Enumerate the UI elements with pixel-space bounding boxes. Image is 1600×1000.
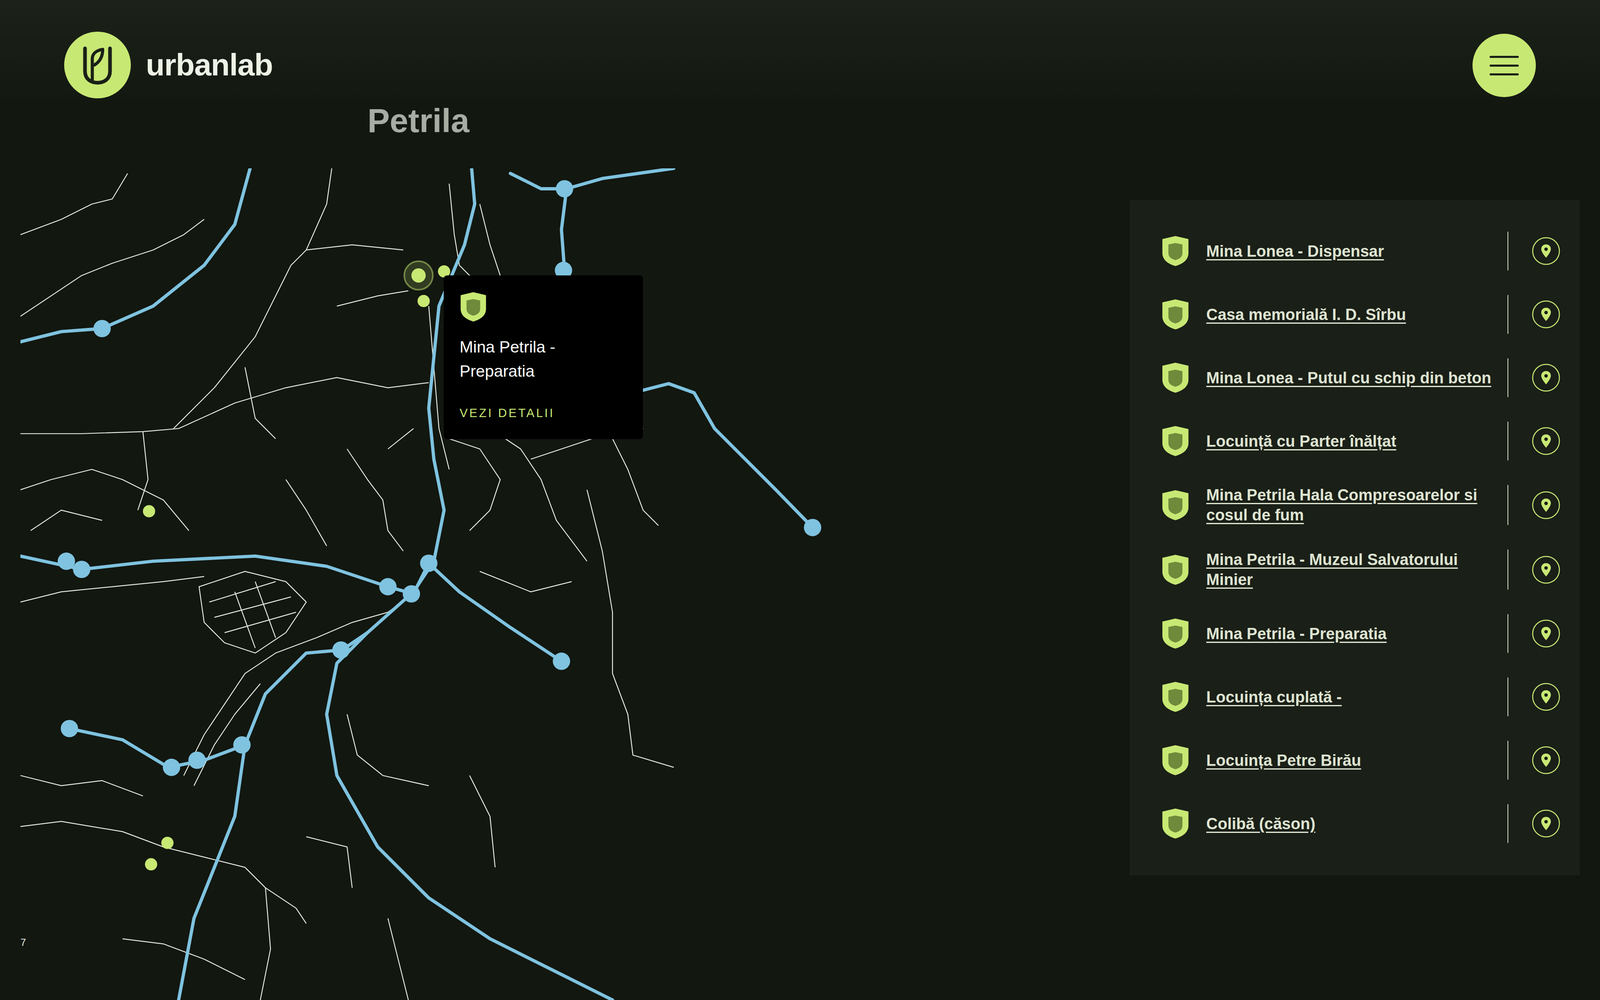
place-row[interactable]: Colibă (căson) [1161,804,1561,843]
row-divider [1507,421,1509,461]
shield-icon [1161,298,1190,331]
map-drawing [20,168,838,1000]
map-pin-icon[interactable] [1531,363,1561,393]
row-divider [1507,295,1509,334]
map-pin-icon[interactable] [1531,426,1561,456]
row-divider [1507,231,1509,271]
content: Petrila 7 Mina Petrila - Preparatia VEZI DE… [0,100,1600,1000]
map-attribution: 7 [20,935,26,950]
place-link[interactable]: Casa memorială I. D. Sîrbu [1206,304,1406,325]
map-pin-icon[interactable] [1531,300,1561,329]
place-row[interactable]: Mina Petrila - Muzeul Salvatorului Minie… [1161,549,1561,590]
menu-button[interactable] [1472,33,1536,98]
shield-icon [1161,807,1190,840]
map-pin[interactable] [417,295,430,308]
map-pin-icon[interactable] [1531,555,1561,585]
logo-text: urbanlab [145,49,273,81]
map-pin-icon[interactable] [1531,682,1561,712]
map-pin[interactable] [404,261,433,290]
row-divider [1507,485,1509,525]
map-pin[interactable] [142,505,155,518]
shield-icon [1161,680,1190,713]
shield-icon [1161,425,1190,458]
place-row[interactable]: Mina Petrila - Preparatia [1161,614,1561,653]
map-pin[interactable] [161,836,174,849]
row-divider [1507,804,1509,843]
map-pin[interactable] [145,858,158,871]
place-row[interactable]: Locuința Petre Birău [1161,740,1561,780]
map-pin-icon[interactable] [1531,809,1561,838]
place-link[interactable]: Locuință cu Parter înălțat [1206,431,1397,452]
shield-icon [1161,617,1190,650]
row-divider [1507,740,1509,780]
shield-icon [1161,361,1190,394]
page: urbanlab Petrila 7 Mina Petrila - Preparati… [0,0,1600,1000]
tooltip-title: Mina Petrila - Preparatia [459,335,568,384]
places-panel: Mina Lonea - Dispensar Casa memorială I. … [1129,200,1580,876]
place-link[interactable]: Locuința cuplată - [1206,687,1342,708]
row-divider [1507,549,1509,590]
place-row[interactable]: Mina Petrila Hala Compresoarelor si cosu… [1161,485,1561,525]
place-row[interactable]: Casa memorială I. D. Sîrbu [1161,295,1561,334]
logo-icon [64,31,131,99]
shield-icon [459,291,488,323]
place-link[interactable]: Locuința Petre Birău [1206,750,1362,771]
map-column: Petrila 7 Mina Petrila - Preparatia VEZI DE… [0,100,838,1000]
place-link[interactable]: Mina Lonea - Dispensar [1206,241,1385,262]
map-pin-icon[interactable] [1531,236,1561,266]
place-link[interactable]: Mina Petrila - Muzeul Salvatorului Minie… [1206,549,1494,590]
shield-icon [1161,553,1190,586]
shield-icon [1161,489,1190,522]
place-link[interactable]: Mina Lonea - Putul cu schip din beton [1206,367,1492,388]
header: urbanlab [0,0,1600,100]
details-link[interactable]: VEZI DETALII [459,404,628,423]
place-link[interactable]: Mina Petrila - Preparatia [1206,623,1387,644]
map-pin-icon[interactable] [1531,490,1561,520]
place-row[interactable]: Locuința cuplată - [1161,677,1561,717]
map-pin-icon[interactable] [1531,745,1561,775]
row-divider [1507,358,1509,398]
row-divider [1507,614,1509,653]
place-link[interactable]: Colibă (căson) [1206,813,1316,834]
logo[interactable]: urbanlab [64,31,273,99]
place-link[interactable]: Mina Petrila Hala Compresoarelor si cosu… [1206,485,1494,525]
map-pin-icon[interactable] [1531,619,1561,648]
shield-icon [1161,744,1190,777]
place-row[interactable]: Mina Lonea - Putul cu schip din beton [1161,358,1561,398]
map[interactable]: 7 Mina Petrila - Preparatia VEZI DETALII [20,168,838,1000]
row-divider [1507,677,1509,717]
map-tooltip: Mina Petrila - Preparatia VEZI DETALII [443,275,643,440]
shield-icon [1161,235,1190,268]
page-title: Petrila [367,100,838,142]
place-row[interactable]: Locuință cu Parter înălțat [1161,421,1561,461]
place-row[interactable]: Mina Lonea - Dispensar [1161,231,1561,271]
